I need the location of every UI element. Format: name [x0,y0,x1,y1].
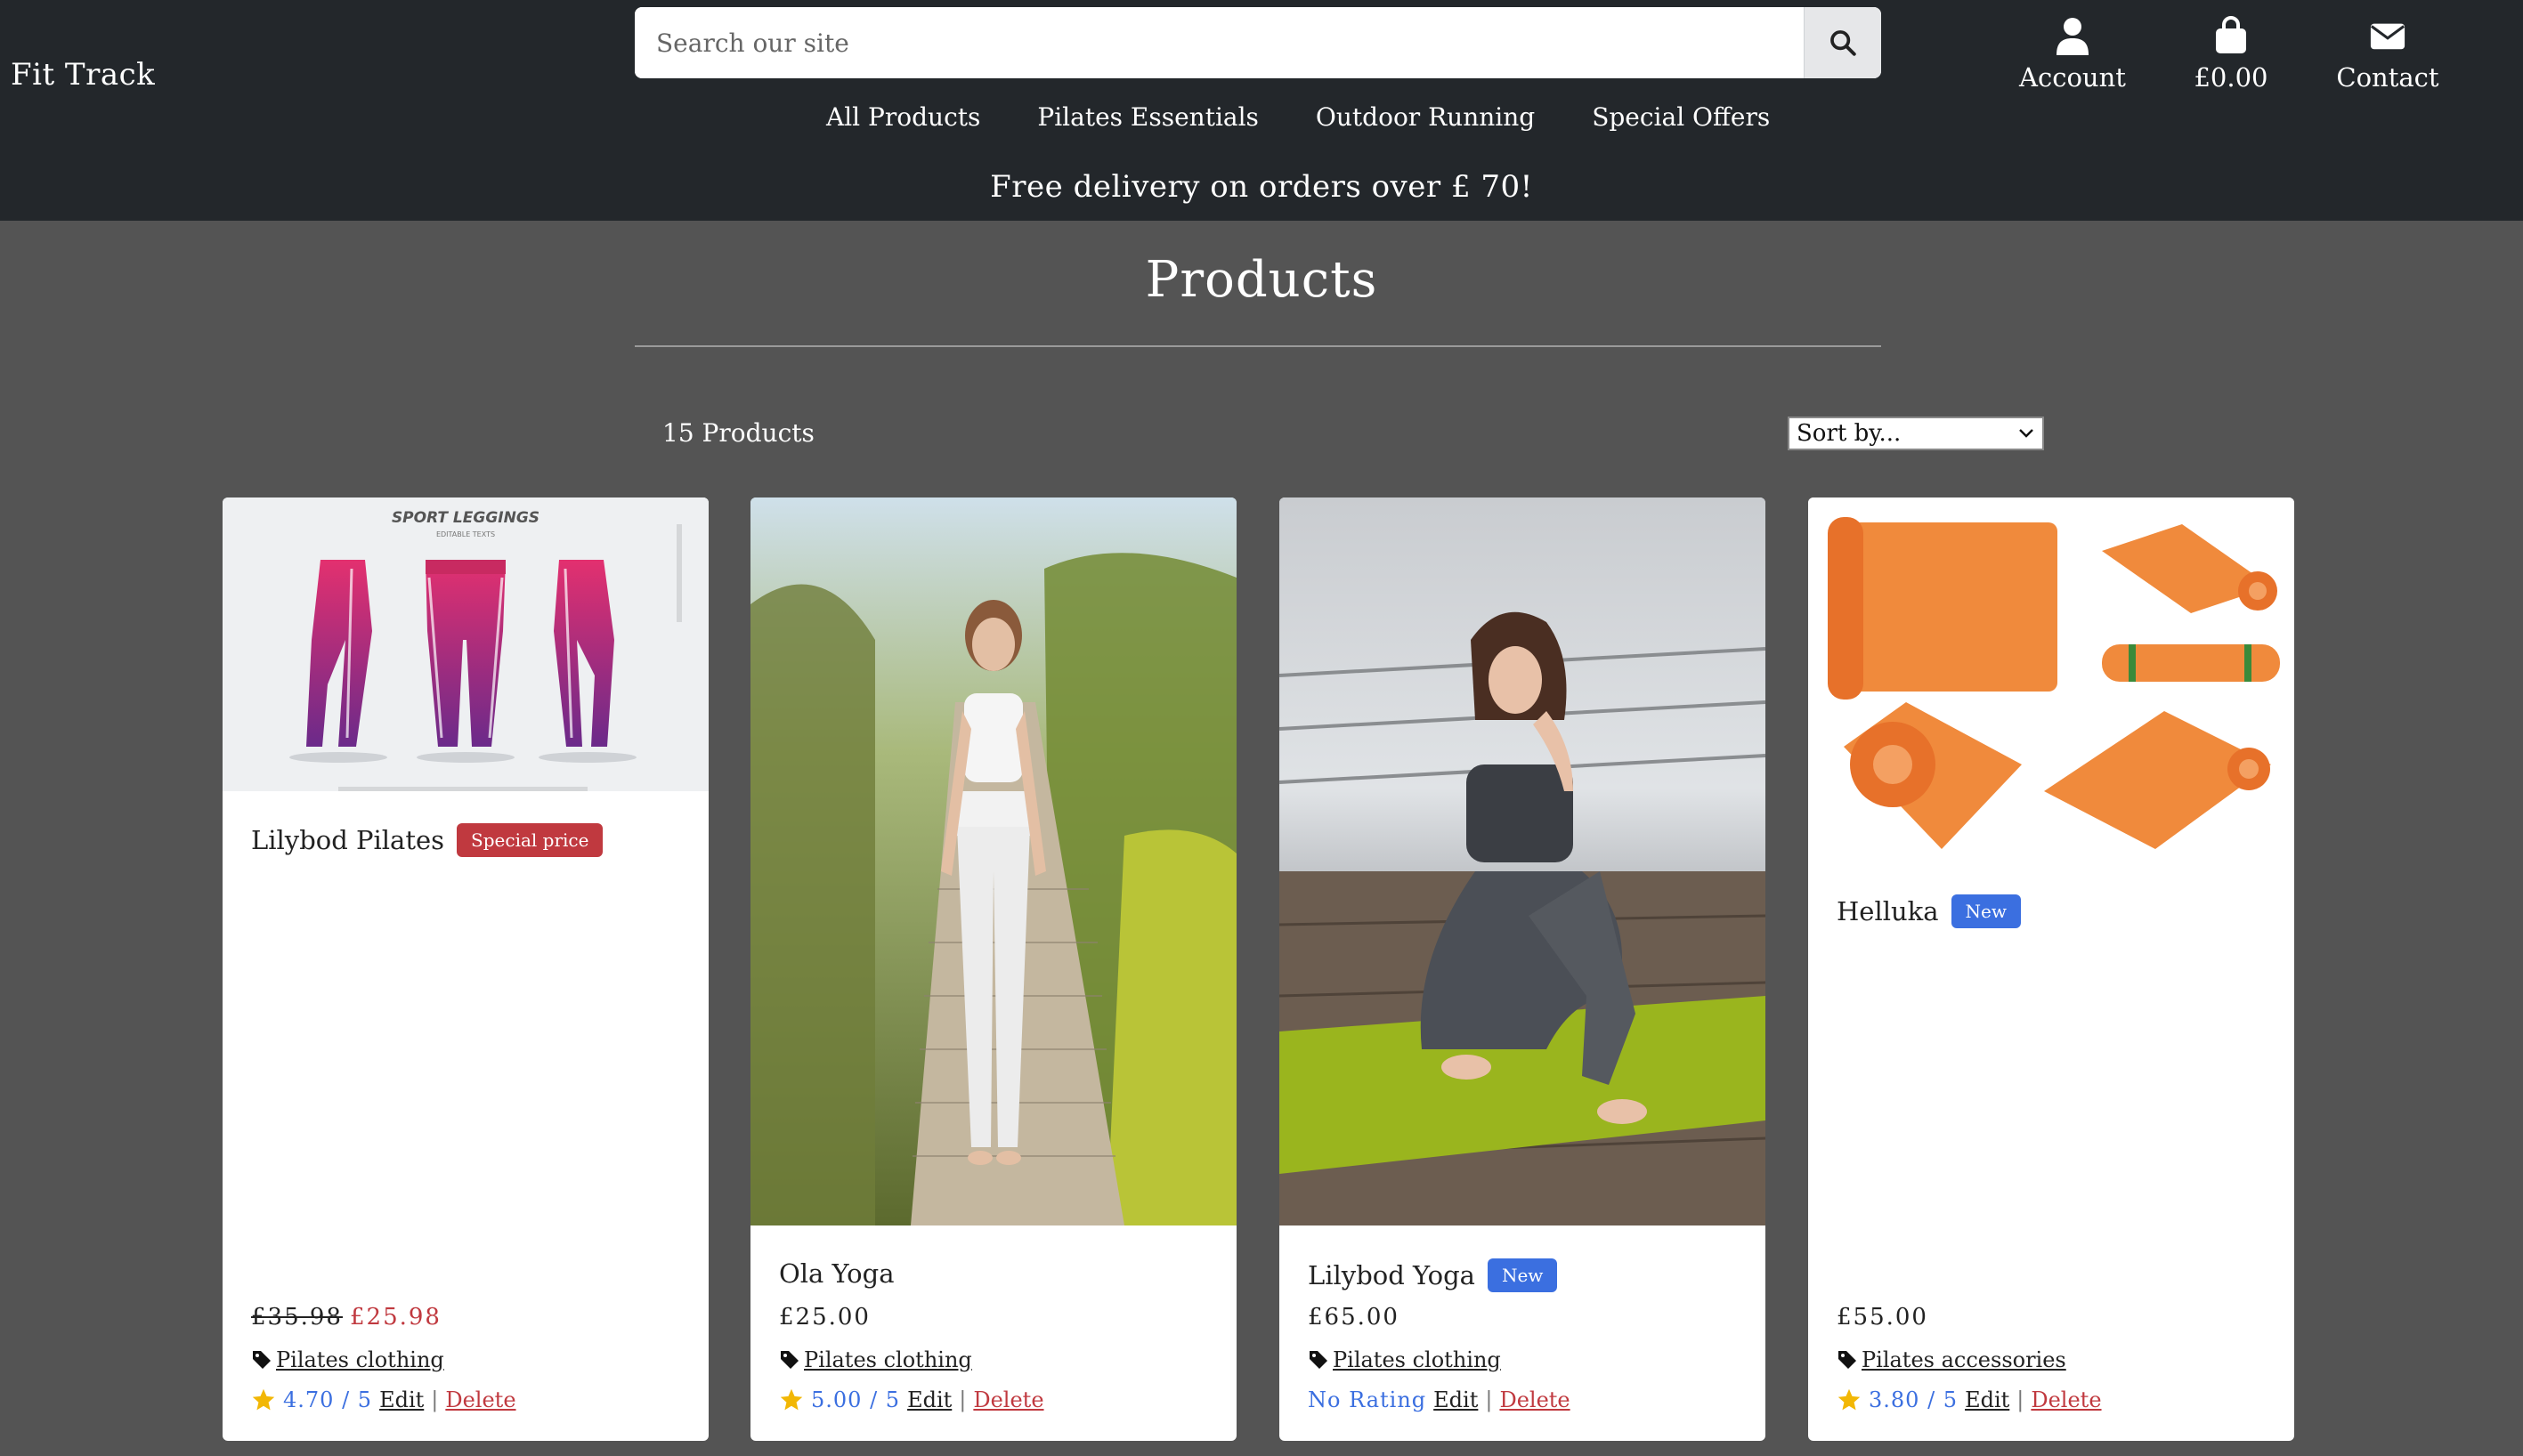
cart-total: £0.00 [2194,62,2268,93]
delete-link[interactable]: Delete [445,1387,515,1412]
divider: | [2016,1387,2024,1412]
brand-logo[interactable]: Fit Track [11,57,155,93]
product-image[interactable] [1808,497,2294,871]
sort-select[interactable]: Sort by... [1788,417,2044,450]
category-link[interactable]: Pilates accessories [1862,1347,2066,1372]
delete-link[interactable]: Delete [973,1387,1043,1412]
edit-link[interactable]: Edit [379,1387,424,1412]
product-price: £65.00 [1308,1304,1399,1331]
product-image[interactable] [750,497,1237,1225]
product-price: £35.98 £25.98 [251,1304,442,1331]
product-category: Pilates clothing [251,1347,444,1372]
product-name[interactable]: Lilybod Yoga [1308,1260,1475,1290]
delete-link[interactable]: Delete [2031,1387,2101,1412]
yoga-woman-image [750,497,1237,1225]
delete-link[interactable]: Delete [1499,1387,1570,1412]
old-price: £35.98 [251,1304,343,1331]
product-price: £25.00 [779,1304,871,1331]
new-badge: New [1487,1258,1558,1292]
sort-label: Sort by... [1797,420,1902,447]
category-link[interactable]: Pilates clothing [276,1347,444,1372]
contact-link[interactable]: Contact [2309,16,2466,93]
menu-all-products[interactable]: All Products [826,102,980,132]
image-subcaption: EDITABLE TEXTS [436,530,495,538]
product-count: 15 Products [662,418,815,448]
edit-link[interactable]: Edit [1433,1387,1478,1412]
delivery-banner: Free delivery on orders over £ 70! [990,169,1533,205]
envelope-icon [2370,23,2405,50]
star-icon [780,1388,803,1411]
divider: | [431,1387,439,1412]
menu-pilates-essentials[interactable]: Pilates Essentials [1037,102,1259,132]
header-nav-icons: Account £0.00 Contact [1994,16,2523,93]
special-price-badge: Special price [457,823,604,857]
product-image[interactable] [1279,497,1765,1225]
search-button[interactable] [1804,7,1881,78]
page-title: Products [1145,251,1378,309]
product-card[interactable]: Ola Yoga £25.00 Pilates clothing 5.00 / … [750,497,1237,1441]
rating-row: 5.00 / 5 Edit | Delete [779,1387,1044,1412]
edit-link[interactable]: Edit [907,1387,952,1412]
product-name[interactable]: Ola Yoga [779,1258,895,1289]
product-name-row: Ola Yoga [779,1258,895,1289]
tag-icon [1310,1351,1327,1369]
search-bar [635,7,1881,78]
site-header: Fit Track Account £0.00 [0,0,2523,221]
menu-special-offers[interactable]: Special Offers [1592,102,1770,132]
product-card[interactable]: Helluka New £55.00 Pilates accessories 3… [1808,497,2294,1441]
category-link[interactable]: Pilates clothing [804,1347,972,1372]
product-name[interactable]: Helluka [1837,896,1939,926]
product-image[interactable]: SPORT LEGGINGS EDITABLE TEXTS [223,497,709,791]
rating-value: 3.80 / 5 [1869,1387,1959,1412]
rating-row: 4.70 / 5 Edit | Delete [251,1387,516,1412]
category-link[interactable]: Pilates clothing [1333,1347,1501,1372]
star-icon [252,1388,275,1411]
new-badge: New [1951,894,2022,928]
cart-link[interactable]: £0.00 [2153,16,2309,93]
rating-value: 5.00 / 5 [811,1387,901,1412]
product-name[interactable]: Lilybod Pilates [251,825,444,855]
product-name-row: Lilybod Yoga New [1308,1258,1558,1292]
product-category: Pilates clothing [1308,1347,1501,1372]
divider: | [959,1387,967,1412]
image-caption: SPORT LEGGINGS [392,509,539,527]
sale-price: £25.98 [349,1304,442,1331]
rating-row: 3.80 / 5 Edit | Delete [1837,1387,2102,1412]
account-link[interactable]: Account [1994,16,2151,93]
leggings-image: SPORT LEGGINGS EDITABLE TEXTS [223,497,709,791]
chevron-down-icon [2019,429,2033,438]
product-category: Pilates accessories [1837,1347,2066,1372]
tag-icon [781,1351,799,1369]
search-icon [1830,30,1856,56]
rating-value: No Rating [1308,1387,1427,1412]
edit-link[interactable]: Edit [1965,1387,2009,1412]
star-icon [1837,1388,1861,1411]
contact-label: Contact [2336,62,2439,93]
product-name-row: Lilybod Pilates Special price [251,823,604,857]
divider: | [1485,1387,1493,1412]
product-card[interactable]: Lilybod Yoga New £65.00 Pilates clothing… [1279,497,1765,1441]
tag-icon [253,1351,271,1369]
product-price: £55.00 [1837,1304,1928,1331]
shopping-bag-icon [2216,16,2246,53]
product-category: Pilates clothing [779,1347,972,1372]
user-icon [2057,18,2089,55]
rating-row: No Rating Edit | Delete [1308,1387,1570,1412]
seated-woman-image [1279,497,1765,1225]
yoga-mat-image [1808,497,2294,871]
rating-value: 4.70 / 5 [283,1387,373,1412]
search-input[interactable] [635,7,1804,78]
product-card[interactable]: SPORT LEGGINGS EDITABLE TEXTS Lilybod Pi… [223,497,709,1441]
title-divider [635,345,1881,347]
tag-icon [1838,1351,1856,1369]
product-name-row: Helluka New [1837,894,2022,928]
main-menu: All Products Pilates Essentials Outdoor … [826,102,1770,132]
account-label: Account [2019,62,2126,93]
menu-outdoor-running[interactable]: Outdoor Running [1316,102,1535,132]
